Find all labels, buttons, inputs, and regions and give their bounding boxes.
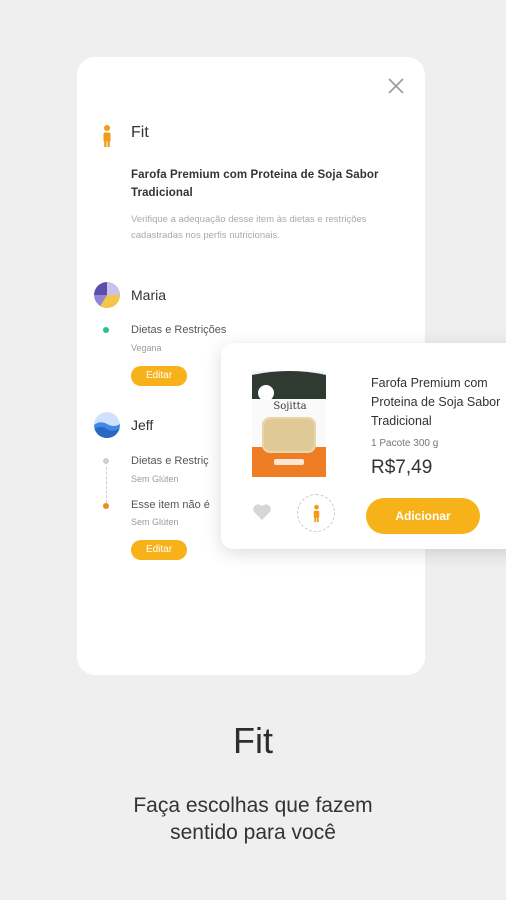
avatar-jeff bbox=[94, 412, 120, 438]
diet-value: Sem Glúten bbox=[131, 474, 179, 484]
edit-button-maria[interactable]: Editar bbox=[131, 366, 187, 386]
status-dot-warning bbox=[103, 503, 109, 509]
profile-name-maria: Maria bbox=[131, 287, 167, 303]
status-dot-neutral bbox=[103, 458, 109, 464]
warning-value: Sem Glúten bbox=[131, 517, 179, 527]
add-to-cart-button[interactable]: Adicionar bbox=[366, 498, 480, 534]
promo-subtitle-line2: sentido para você bbox=[170, 821, 336, 844]
product-price: R$7,49 bbox=[371, 457, 433, 478]
promo-title: Fit bbox=[233, 720, 273, 761]
promo-subtitle-line1: Faça escolhas que fazem bbox=[133, 794, 373, 817]
diet-value: Vegana bbox=[131, 343, 162, 353]
promo-subtitle: Faça escolhas que fazem sentido para voc… bbox=[0, 792, 506, 846]
fit-product-name: Farofa Premium com Proteina de Soja Sabo… bbox=[131, 169, 379, 199]
status-dot-ok bbox=[103, 327, 109, 333]
fit-description: Verifique a adequação desse item às diet… bbox=[131, 214, 367, 241]
avatar-maria bbox=[94, 282, 120, 308]
timeline-connector bbox=[106, 467, 107, 503]
diet-label: Dietas e Restrições bbox=[131, 324, 227, 336]
warning-label: Esse item não é bbox=[131, 499, 210, 511]
fit-button[interactable] bbox=[297, 494, 335, 532]
heart-icon[interactable] bbox=[252, 503, 272, 521]
fit-person-icon bbox=[313, 504, 320, 523]
fit-person-icon bbox=[103, 125, 111, 147]
product-image[interactable]: Sojitta bbox=[250, 369, 328, 479]
fit-panel-title: Fit bbox=[131, 124, 149, 141]
package-brand: Sojitta bbox=[273, 401, 306, 412]
close-icon[interactable] bbox=[385, 75, 407, 97]
diet-label: Dietas e Restriç bbox=[131, 455, 209, 467]
edit-button-jeff[interactable]: Editar bbox=[131, 540, 187, 560]
profile-name-jeff: Jeff bbox=[131, 417, 154, 433]
product-quantity: 1 Pacote 300 g bbox=[371, 438, 439, 449]
product-title[interactable]: Farofa Premium com Proteina de Soja Sabo… bbox=[371, 374, 506, 431]
